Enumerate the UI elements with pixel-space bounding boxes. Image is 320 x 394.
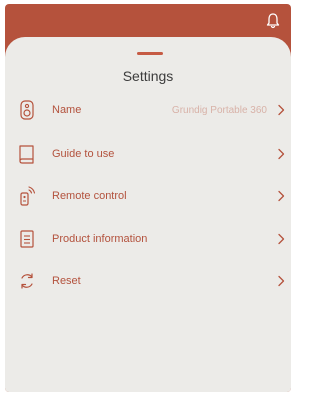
reset-icon <box>21 273 33 289</box>
settings-item-label: Remote control <box>52 190 127 202</box>
settings-item-guide[interactable]: Guide to use <box>5 138 291 170</box>
remote-icon <box>20 186 36 206</box>
settings-item-name[interactable]: Name Grundig Portable 360 <box>5 94 291 126</box>
book-icon <box>19 145 34 164</box>
device-name-value: Grundig Portable 360 <box>171 104 267 116</box>
settings-item-product-info[interactable]: Product information <box>5 223 291 255</box>
bell-icon[interactable] <box>265 12 281 30</box>
settings-item-label: Name <box>52 104 82 116</box>
app-frame: Settings Name Grundig Portable 360 Guide… <box>5 4 291 392</box>
settings-item-label: Product information <box>52 233 148 245</box>
settings-item-reset[interactable]: Reset <box>5 265 291 297</box>
settings-sheet: Settings Name Grundig Portable 360 Guide… <box>5 37 291 392</box>
document-icon <box>20 230 34 248</box>
chevron-right-icon <box>278 104 285 116</box>
settings-item-label: Reset <box>52 275 81 287</box>
chevron-right-icon <box>278 190 285 202</box>
page-title: Settings <box>122 68 174 84</box>
speaker-icon <box>20 100 34 120</box>
chevron-right-icon <box>278 148 285 160</box>
chevron-right-icon <box>278 233 285 245</box>
settings-item-remote[interactable]: Remote control <box>5 180 291 212</box>
settings-item-label: Guide to use <box>52 148 115 160</box>
chevron-right-icon <box>278 275 285 287</box>
drag-handle[interactable] <box>137 52 163 55</box>
